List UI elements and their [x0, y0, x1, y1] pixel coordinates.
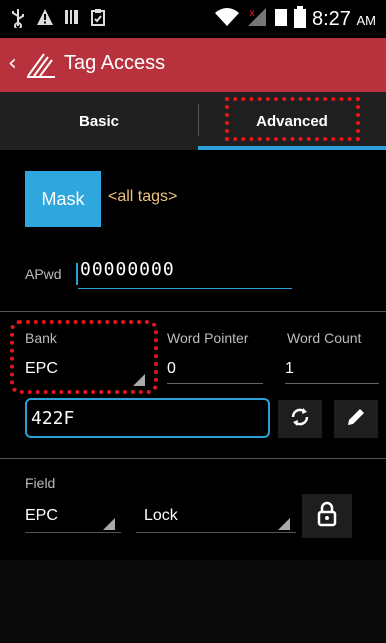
lock-action-value: Lock — [144, 507, 178, 524]
clock: 8:27 AM — [312, 8, 376, 31]
empty-bottom-area — [0, 560, 386, 643]
field-label: Field — [25, 475, 56, 491]
data-input[interactable]: 422F — [25, 398, 270, 438]
app-bar: ‹ Tag Access — [0, 38, 386, 92]
barcode-icon — [64, 8, 80, 34]
apwd-label: APwd — [25, 266, 62, 282]
usb-icon — [10, 8, 26, 34]
word-count-label: Word Count — [287, 330, 362, 346]
field-dropdown[interactable]: EPC — [25, 507, 121, 533]
tab-basic[interactable]: Basic — [0, 92, 198, 150]
battery-icon — [294, 6, 306, 32]
warning-icon — [36, 8, 54, 34]
dropdown-arrow-icon — [103, 518, 115, 530]
app-title: Tag Access — [64, 52, 166, 74]
word-pointer-input[interactable]: 0 — [167, 360, 263, 384]
word-count-input[interactable]: 1 — [285, 360, 379, 384]
highlight-bank — [10, 320, 158, 394]
back-chevron-icon[interactable]: ‹ — [8, 51, 17, 76]
refresh-icon — [288, 405, 312, 433]
highlight-advanced-tab — [225, 97, 360, 141]
app-logo-icon[interactable] — [24, 48, 58, 82]
clock-time: 8:27 — [312, 7, 351, 30]
apwd-input[interactable]: 00000000 — [76, 259, 292, 289]
dropdown-arrow-icon — [278, 518, 290, 530]
section-divider — [0, 311, 386, 312]
lock-button[interactable] — [302, 494, 352, 538]
mask-value: <all tags> — [108, 188, 178, 205]
signal-icon: x — [246, 7, 268, 31]
notification-icons — [10, 8, 106, 34]
lock-action-dropdown[interactable]: Lock — [136, 507, 296, 533]
wifi-icon — [214, 7, 240, 31]
lock-icon — [316, 501, 338, 531]
word-pointer-label: Word Pointer — [167, 330, 249, 346]
sim-icon — [274, 7, 288, 31]
pencil-icon — [344, 405, 368, 433]
section-divider-2 — [0, 458, 386, 459]
write-button[interactable] — [334, 400, 378, 438]
clipboard-icon — [90, 8, 106, 34]
mask-button[interactable]: Mask — [25, 171, 101, 227]
read-button[interactable] — [278, 400, 322, 438]
clock-ampm: AM — [356, 12, 377, 28]
field-value: EPC — [25, 507, 58, 524]
status-bar: x 8:27 AM — [0, 0, 386, 38]
system-icons: x 8:27 AM — [214, 6, 376, 32]
selected-tab-indicator — [198, 146, 386, 150]
svg-text:x: x — [249, 8, 255, 19]
